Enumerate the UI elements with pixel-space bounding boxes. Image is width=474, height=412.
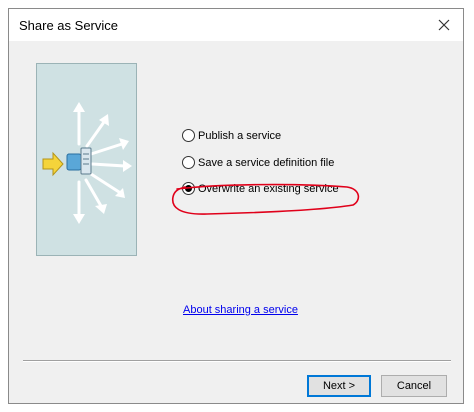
next-button[interactable]: Next > [307, 375, 371, 397]
option-save-definition-file[interactable]: Save a service definition file [182, 156, 334, 169]
cancel-button[interactable]: Cancel [381, 375, 447, 397]
radio-save-definition-file[interactable] [182, 156, 195, 169]
about-sharing-link[interactable]: About sharing a service [183, 304, 298, 316]
option-label: Save a service definition file [198, 156, 335, 169]
option-label: Overwrite an existing service [198, 182, 339, 195]
radio-publish-service[interactable] [182, 129, 195, 142]
title-bar: Share as Service [9, 9, 463, 41]
share-arrows-icon [42, 102, 132, 224]
option-publish-service[interactable]: Publish a service [182, 129, 281, 142]
share-as-service-dialog: Share as Service Publish a service Save … [8, 8, 464, 404]
close-button[interactable] [431, 13, 457, 37]
option-overwrite-service[interactable]: Overwrite an existing service [182, 182, 339, 195]
option-label: Publish a service [198, 129, 282, 142]
radio-overwrite-service[interactable] [182, 182, 195, 195]
close-icon [438, 19, 450, 31]
divider [23, 360, 451, 362]
dialog-title: Share as Service [19, 18, 118, 33]
share-service-illustration [36, 63, 137, 256]
